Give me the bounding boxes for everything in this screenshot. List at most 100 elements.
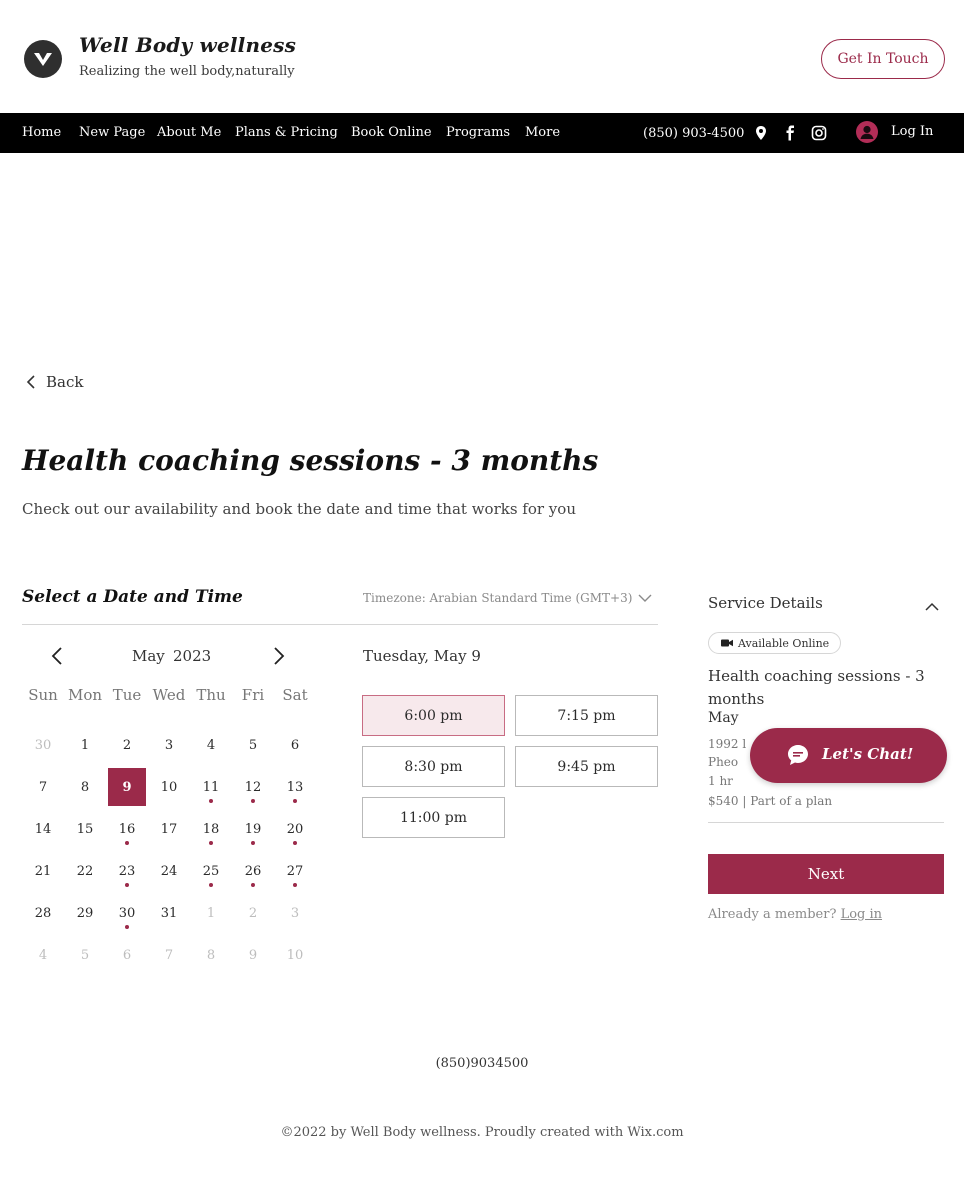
day-number: 2 xyxy=(122,737,132,753)
calendar-day[interactable]: 20 xyxy=(274,808,316,850)
chevron-left-icon xyxy=(51,647,62,665)
calendar-day: 30 xyxy=(22,724,64,766)
section-divider xyxy=(22,624,658,625)
calendar-day[interactable]: 17 xyxy=(148,808,190,850)
nav-item-programs[interactable]: Programs xyxy=(446,125,510,140)
time-slot[interactable]: 11:00 pm xyxy=(362,797,505,838)
calendar-day[interactable]: 30 xyxy=(106,892,148,934)
page-title: Health coaching sessions - 3 months xyxy=(22,444,599,477)
calendar-day[interactable]: 8 xyxy=(64,766,106,808)
calendar-day[interactable]: 19 xyxy=(232,808,274,850)
calendar-day[interactable]: 23 xyxy=(106,850,148,892)
calendar-day[interactable]: 15 xyxy=(64,808,106,850)
nav-item-about-me[interactable]: About Me xyxy=(157,125,221,140)
nav-item-book-online[interactable]: Book Online xyxy=(351,125,432,140)
calendar-day[interactable]: 16 xyxy=(106,808,148,850)
calendar-day[interactable]: 27 xyxy=(274,850,316,892)
calendar-day[interactable]: 26 xyxy=(232,850,274,892)
next-button[interactable]: Next xyxy=(708,854,944,894)
calendar-day[interactable]: 12 xyxy=(232,766,274,808)
calendar-day[interactable]: 24 xyxy=(148,850,190,892)
day-number: 6 xyxy=(122,947,132,963)
calendar-grid: Sun Mon Tue Wed Thu Fri Sat 30 1 2 3 4 5 6 7 8 9 1… xyxy=(22,686,316,976)
next-month-button[interactable] xyxy=(272,646,286,670)
calendar-day[interactable]: 29 xyxy=(64,892,106,934)
calendar-week-row: 4 5 6 7 8 9 10 xyxy=(22,934,316,976)
availability-dot xyxy=(251,883,255,887)
chat-button[interactable]: Let's Chat! xyxy=(750,728,947,783)
service-datetime: May xyxy=(708,710,739,726)
calendar-day[interactable]: 7 xyxy=(22,766,64,808)
calendar-day[interactable]: 6 xyxy=(274,724,316,766)
time-slot[interactable]: 9:45 pm xyxy=(515,746,658,787)
calendar-day[interactable]: 11 xyxy=(190,766,232,808)
prev-month-button[interactable] xyxy=(50,646,64,670)
day-number: 13 xyxy=(286,779,304,795)
day-number: 28 xyxy=(34,905,52,921)
day-number: 30 xyxy=(34,737,52,753)
calendar-day[interactable]: 10 xyxy=(148,766,190,808)
availability-dot xyxy=(209,883,213,887)
v-logo-icon[interactable] xyxy=(24,40,62,78)
day-number: 21 xyxy=(34,863,52,879)
calendar-day: 7 xyxy=(148,934,190,976)
availability-dot xyxy=(251,799,255,803)
collapse-toggle[interactable] xyxy=(924,597,940,616)
day-number: 20 xyxy=(286,821,304,837)
day-number: 10 xyxy=(286,947,304,963)
weekday-label: Sat xyxy=(282,686,308,704)
instagram-icon[interactable] xyxy=(811,125,827,141)
map-pin-icon[interactable] xyxy=(754,125,770,141)
calendar-day[interactable]: 3 xyxy=(148,724,190,766)
availability-dot xyxy=(125,883,129,887)
badge-label: Available Online xyxy=(738,636,830,650)
calendar-day[interactable]: 31 xyxy=(148,892,190,934)
timezone-selector[interactable]: Timezone: Arabian Standard Time (GMT+3) xyxy=(363,591,652,605)
calendar-day[interactable]: 13 xyxy=(274,766,316,808)
nav-phone: (850) 903-4500 xyxy=(643,126,745,141)
login-link[interactable]: Log In xyxy=(891,124,933,139)
day-number: 12 xyxy=(244,779,262,795)
avatar-icon[interactable] xyxy=(856,121,878,143)
member-login-link[interactable]: Log in xyxy=(841,907,882,922)
nav-item-plans-pricing[interactable]: Plans & Pricing xyxy=(235,125,338,140)
calendar-day[interactable]: 21 xyxy=(22,850,64,892)
day-number: 5 xyxy=(248,737,258,753)
calendar-day[interactable]: 1 xyxy=(64,724,106,766)
day-number: 22 xyxy=(76,863,94,879)
get-in-touch-button[interactable]: Get In Touch xyxy=(821,39,945,79)
facebook-icon[interactable] xyxy=(784,125,800,141)
calendar-day[interactable]: 28 xyxy=(22,892,64,934)
nav-item-new-page[interactable]: New Page xyxy=(79,125,145,140)
calendar-day: 1 xyxy=(190,892,232,934)
nav-item-home[interactable]: Home xyxy=(22,125,61,140)
calendar-day[interactable]: 5 xyxy=(232,724,274,766)
chevron-up-icon xyxy=(925,602,939,611)
calendar-day[interactable]: 14 xyxy=(22,808,64,850)
day-number: 25 xyxy=(202,863,220,879)
day-number: 26 xyxy=(244,863,262,879)
calendar-month: May xyxy=(132,647,165,665)
time-slot[interactable]: 8:30 pm xyxy=(362,746,505,787)
calendar-day[interactable]: 2 xyxy=(106,724,148,766)
calendar-week-row: 7 8 9 10 11 12 13 xyxy=(22,766,316,808)
calendar-day[interactable]: 4 xyxy=(190,724,232,766)
availability-dot xyxy=(125,925,129,929)
calendar-day[interactable]: 18 xyxy=(190,808,232,850)
calendar-week-row: 28 29 30 31 1 2 3 xyxy=(22,892,316,934)
day-number: 27 xyxy=(286,863,304,879)
page-subtitle: Check out our availability and book the … xyxy=(22,500,576,518)
calendar-day[interactable]: 22 xyxy=(64,850,106,892)
weekday-label: Fri xyxy=(241,686,265,704)
calendar-day[interactable]: 25 xyxy=(190,850,232,892)
day-number: 4 xyxy=(38,947,48,963)
time-slot[interactable]: 7:15 pm xyxy=(515,695,658,736)
calendar-day-selected[interactable]: 9 xyxy=(108,768,146,806)
time-slot[interactable]: 6:00 pm xyxy=(362,695,505,736)
day-number: 19 xyxy=(244,821,262,837)
nav-item-more[interactable]: More xyxy=(525,125,560,140)
back-button[interactable]: Back xyxy=(26,373,83,391)
brand-title[interactable]: Well Body wellness xyxy=(79,33,296,57)
day-number: 31 xyxy=(160,905,178,921)
day-number: 7 xyxy=(164,947,174,963)
